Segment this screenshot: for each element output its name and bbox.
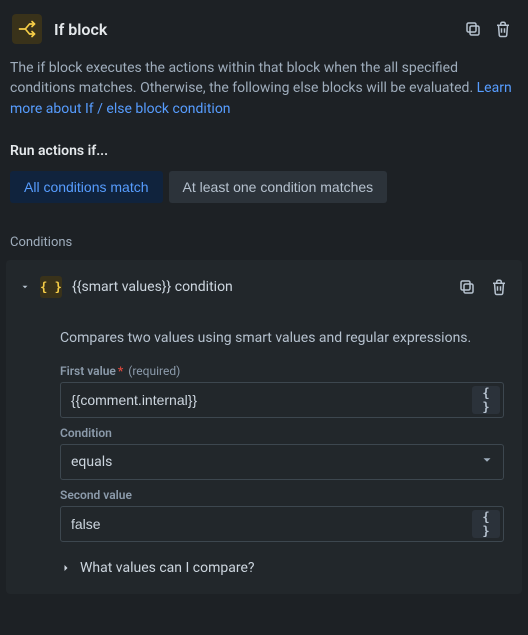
collapse-toggle[interactable] — [14, 276, 36, 298]
condition-card: { } {{smart values}} condition — [6, 260, 522, 594]
smart-value-picker-button[interactable]: { } — [472, 510, 500, 538]
smart-value-picker-button[interactable]: { } — [472, 386, 500, 414]
condition-body: Compares two values using smart values a… — [6, 310, 522, 576]
panel-description-text: The if block executes the actions within… — [10, 60, 477, 96]
condition-field-label: Condition — [60, 418, 504, 444]
condition-delete-button[interactable] — [484, 272, 514, 302]
condition-select-wrap: equals — [60, 444, 504, 480]
second-value-field-wrap: { } — [60, 506, 504, 542]
panel-title: If block — [54, 20, 458, 39]
trash-icon — [490, 278, 508, 296]
first-value-input[interactable] — [60, 382, 504, 418]
chevron-down-icon — [20, 280, 30, 294]
help-text: What values can I compare? — [80, 560, 255, 576]
braces-icon: { } — [40, 276, 62, 298]
toggle-one-condition[interactable]: At least one condition matches — [169, 171, 388, 203]
chevron-right-icon — [60, 562, 72, 574]
conditions-section-label: Conditions — [6, 207, 522, 254]
run-actions-label: Run actions if... — [6, 121, 522, 165]
run-actions-toggle-group: All conditions match At least one condit… — [6, 165, 522, 207]
branch-icon — [12, 14, 42, 44]
condition-title: {{smart values}} condition — [72, 279, 452, 295]
condition-header: { } {{smart values}} condition — [6, 260, 522, 310]
trash-icon — [494, 20, 512, 38]
panel-header: If block — [6, 8, 522, 50]
required-marker: * — [116, 364, 125, 378]
first-value-field-wrap: { } — [60, 382, 504, 418]
delete-button[interactable] — [488, 14, 518, 44]
copy-icon — [458, 278, 476, 296]
toggle-all-conditions[interactable]: All conditions match — [10, 171, 163, 203]
if-block-panel: If block The if block executes the actio… — [0, 0, 528, 600]
condition-select[interactable]: equals — [60, 444, 504, 480]
help-expander[interactable]: What values can I compare? — [60, 542, 504, 576]
copy-icon — [464, 20, 482, 38]
second-value-label: Second value — [60, 480, 504, 506]
duplicate-button[interactable] — [458, 14, 488, 44]
panel-description: The if block executes the actions within… — [6, 50, 522, 121]
condition-description: Compares two values using smart values a… — [60, 316, 504, 356]
condition-actions — [452, 272, 514, 302]
required-text: (required) — [128, 364, 180, 378]
first-value-label: First value* (required) — [60, 356, 504, 382]
second-value-input[interactable] — [60, 506, 504, 542]
condition-duplicate-button[interactable] — [452, 272, 482, 302]
